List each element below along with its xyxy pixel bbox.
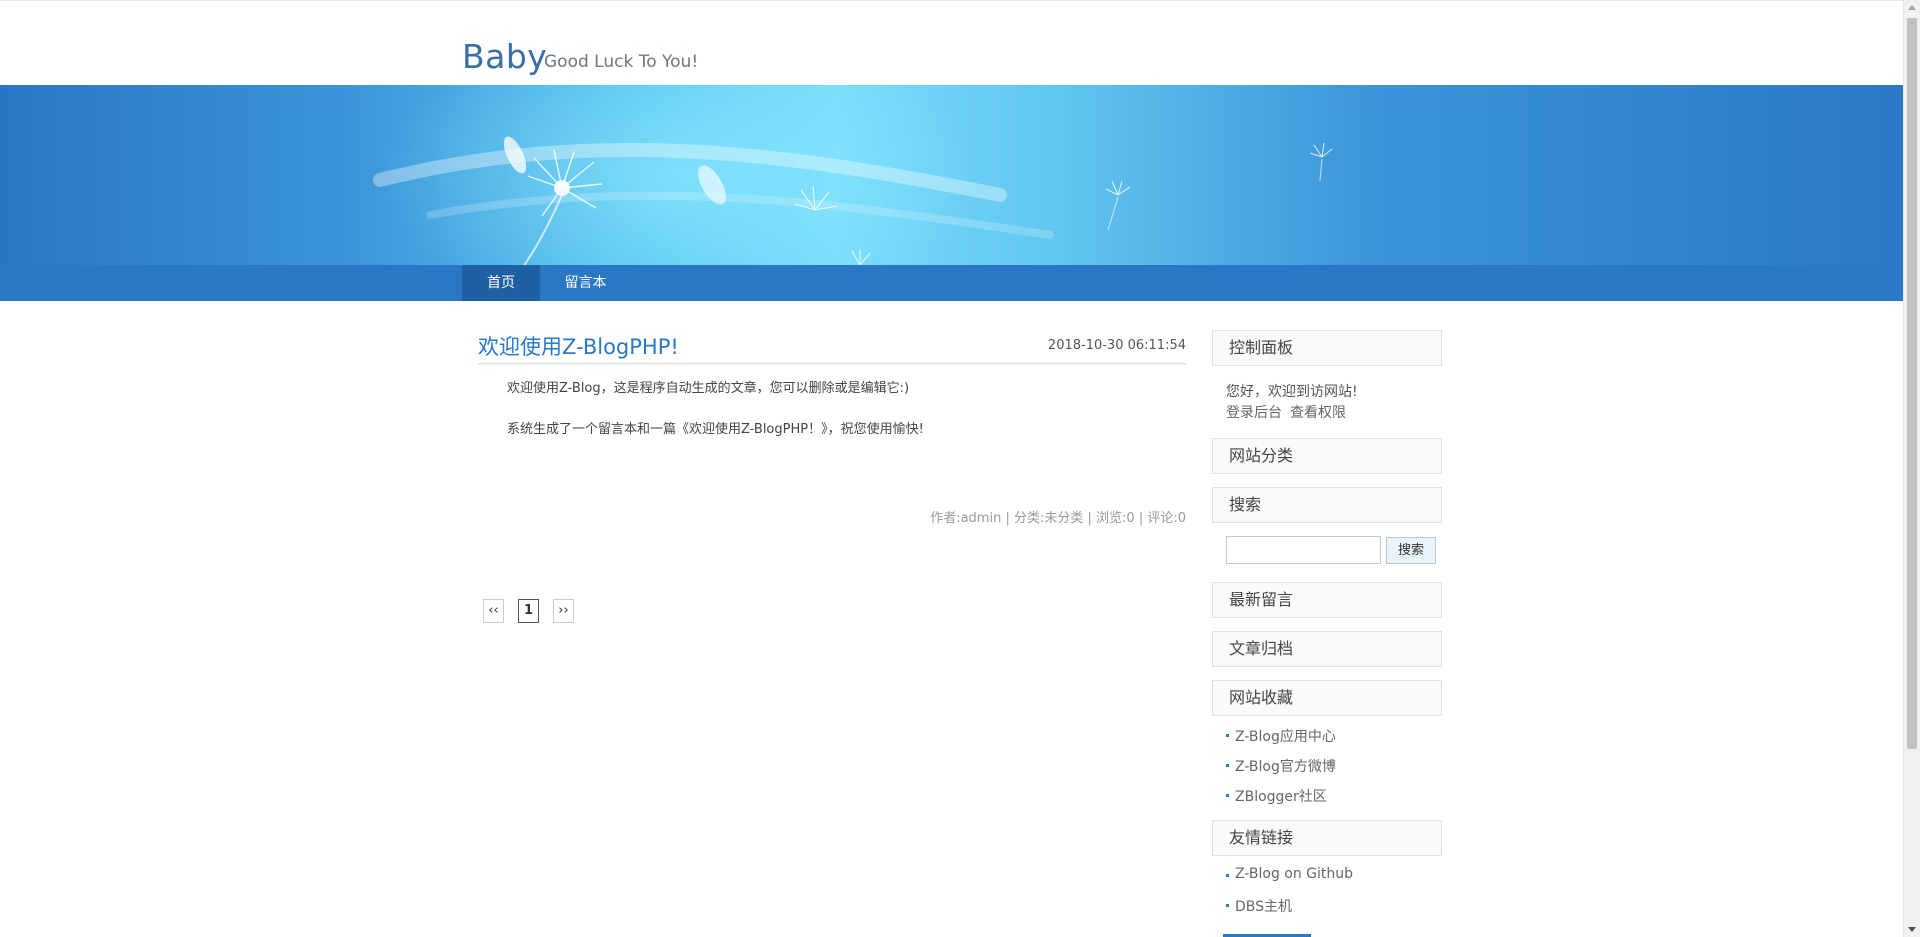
meta-separator: | — [1083, 511, 1097, 526]
widget-title-latest-comments: 最新留言 — [1212, 582, 1442, 618]
login-link[interactable]: 登录后台 — [1226, 402, 1282, 422]
dandelion-illustration — [373, 136, 1333, 265]
bullet-icon — [1226, 874, 1229, 877]
bullet-icon — [1226, 764, 1229, 767]
search-input[interactable] — [1226, 536, 1381, 564]
widget-title-friend-links: 友情链接 — [1212, 820, 1442, 856]
post-title[interactable]: 欢迎使用Z-BlogPHP! — [478, 331, 679, 361]
widget-title-archives: 文章归档 — [1212, 631, 1442, 667]
main-nav: 首页 留言本 — [0, 265, 1903, 301]
bullet-icon — [1226, 794, 1229, 797]
pager-current-page[interactable]: 1 — [518, 599, 539, 623]
widget-title-control-panel: 控制面板 — [1212, 330, 1442, 366]
favorite-link[interactable]: Z-Blog官方微博 — [1235, 756, 1336, 776]
meta-separator: | — [1001, 511, 1014, 526]
post-title-divider — [478, 363, 1186, 365]
post-author[interactable]: 作者:admin — [930, 511, 1001, 526]
widget-title-favorites: 网站收藏 — [1212, 680, 1442, 716]
vertical-scrollbar[interactable] — [1903, 0, 1920, 937]
pager-prev-button[interactable]: ‹‹ — [483, 599, 504, 623]
post-meta: 作者:admin | 分类:未分类 | 浏览:0 | 评论:0 — [930, 507, 1186, 526]
widget-title-categories: 网站分类 — [1212, 438, 1442, 474]
post-category[interactable]: 分类:未分类 — [1014, 511, 1083, 526]
widget-title-search: 搜索 — [1212, 487, 1442, 523]
search-button[interactable]: 搜索 — [1386, 537, 1436, 564]
favorite-link[interactable]: Z-Blog应用中心 — [1235, 726, 1336, 746]
permissions-link[interactable]: 查看权限 — [1290, 402, 1346, 422]
friend-link[interactable]: Z-Blog on Github — [1235, 866, 1353, 882]
nav-item-guestbook[interactable]: 留言本 — [540, 265, 631, 301]
meta-separator: | — [1134, 511, 1148, 526]
pager-next-button[interactable]: ›› — [553, 599, 574, 623]
site-header: Baby Good Luck To You! — [0, 1, 1903, 85]
site-title[interactable]: Baby — [462, 37, 547, 76]
scroll-down-icon[interactable] — [1908, 927, 1916, 932]
post-paragraph: 欢迎使用Z-Blog，这是程序自动生成的文章，您可以删除或是编辑它:) — [507, 381, 910, 396]
favorite-link[interactable]: ZBlogger社区 — [1235, 786, 1327, 806]
scroll-up-icon[interactable] — [1908, 5, 1916, 10]
post-comments[interactable]: 评论:0 — [1147, 511, 1186, 526]
nav-item-home[interactable]: 首页 — [462, 265, 540, 301]
bullet-icon — [1226, 734, 1229, 737]
page: Baby Good Luck To You! 首页 留言本 欢迎使用Z-Blog… — [0, 0, 1903, 937]
post-paragraph: 系统生成了一个留言本和一篇《欢迎使用Z-BlogPHP！》，祝您使用愉快! — [507, 422, 924, 437]
header-banner — [0, 85, 1903, 265]
site-subtitle: Good Luck To You! — [544, 52, 699, 72]
scroll-thumb[interactable] — [1907, 18, 1917, 749]
welcome-text: 您好，欢迎到访网站! — [1226, 384, 1358, 400]
post-views: 浏览:0 — [1096, 511, 1135, 526]
post-date: 2018-10-30 06:11:54 — [1047, 338, 1186, 353]
bullet-icon — [1226, 904, 1229, 907]
friend-link[interactable]: DBS主机 — [1235, 896, 1292, 916]
